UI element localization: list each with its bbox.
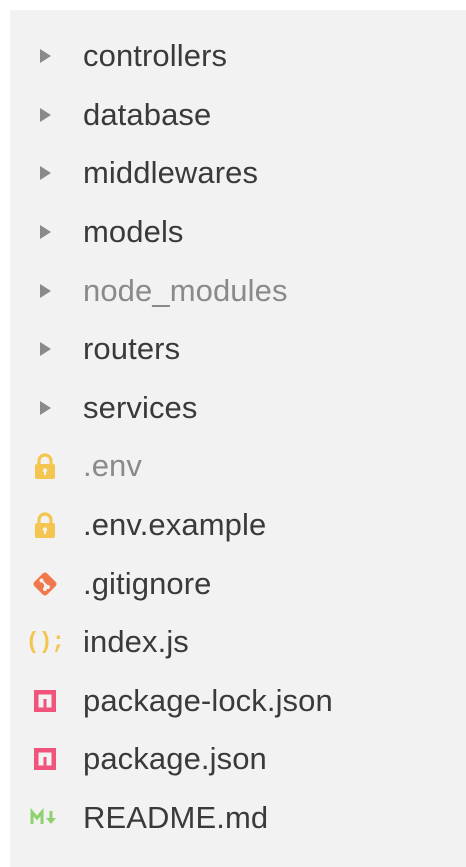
javascript-icon-glyph: (); <box>25 629 65 656</box>
tree-item-database[interactable]: database <box>10 86 466 145</box>
tree-item-label: index.js <box>83 624 189 660</box>
tree-item-middlewares[interactable]: middlewares <box>10 144 466 203</box>
chevron-right-icon[interactable] <box>30 86 60 145</box>
tree-item-label: services <box>83 389 198 425</box>
chevron-right-icon[interactable] <box>30 261 60 320</box>
chevron-right-icon[interactable] <box>30 203 60 262</box>
tree-item-label: controllers <box>83 38 228 74</box>
tree-item-controllers[interactable]: controllers <box>10 27 466 86</box>
tree-item-models[interactable]: models <box>10 203 466 262</box>
tree-item-label: README.md <box>83 800 269 836</box>
chevron-right-icon[interactable] <box>30 144 60 203</box>
tree-item-label: package.json <box>83 741 267 777</box>
npm-icon <box>30 672 60 731</box>
tree-item-package-json[interactable]: package.json <box>10 730 466 789</box>
tree-item-routers[interactable]: routers <box>10 320 466 379</box>
npm-icon <box>30 730 60 789</box>
file-tree: controllers database middlewares models … <box>10 27 466 847</box>
tree-item-label: models <box>83 214 184 250</box>
tree-item-label: package-lock.json <box>83 682 333 718</box>
tree-item-services[interactable]: services <box>10 379 466 438</box>
tree-item-node-modules[interactable]: node_modules <box>10 261 466 320</box>
lock-icon <box>30 496 60 555</box>
tree-item-label: node_modules <box>83 272 288 308</box>
tree-item-label: .env.example <box>83 507 267 543</box>
chevron-right-icon[interactable] <box>30 320 60 379</box>
lock-icon <box>30 437 60 496</box>
javascript-icon: (); <box>26 613 65 672</box>
tree-item-package-lock-json[interactable]: package-lock.json <box>10 672 466 731</box>
tree-item-label: .gitignore <box>83 565 212 601</box>
markdown-icon <box>30 789 60 848</box>
git-icon <box>30 554 60 613</box>
tree-item-label: middlewares <box>83 155 259 191</box>
tree-item-label: .env <box>83 448 142 484</box>
tree-item-index-js[interactable]: (); index.js <box>10 613 466 672</box>
chevron-right-icon[interactable] <box>30 27 60 86</box>
tree-item-env-example[interactable]: .env.example <box>10 496 466 555</box>
chevron-right-icon[interactable] <box>30 379 60 438</box>
file-explorer: controllers database middlewares models … <box>10 10 466 867</box>
tree-item-label: routers <box>83 331 181 367</box>
tree-item-env[interactable]: .env <box>10 437 466 496</box>
tree-item-label: database <box>83 96 212 132</box>
tree-item-gitignore[interactable]: .gitignore <box>10 554 466 613</box>
tree-item-readme-md[interactable]: README.md <box>10 789 466 848</box>
